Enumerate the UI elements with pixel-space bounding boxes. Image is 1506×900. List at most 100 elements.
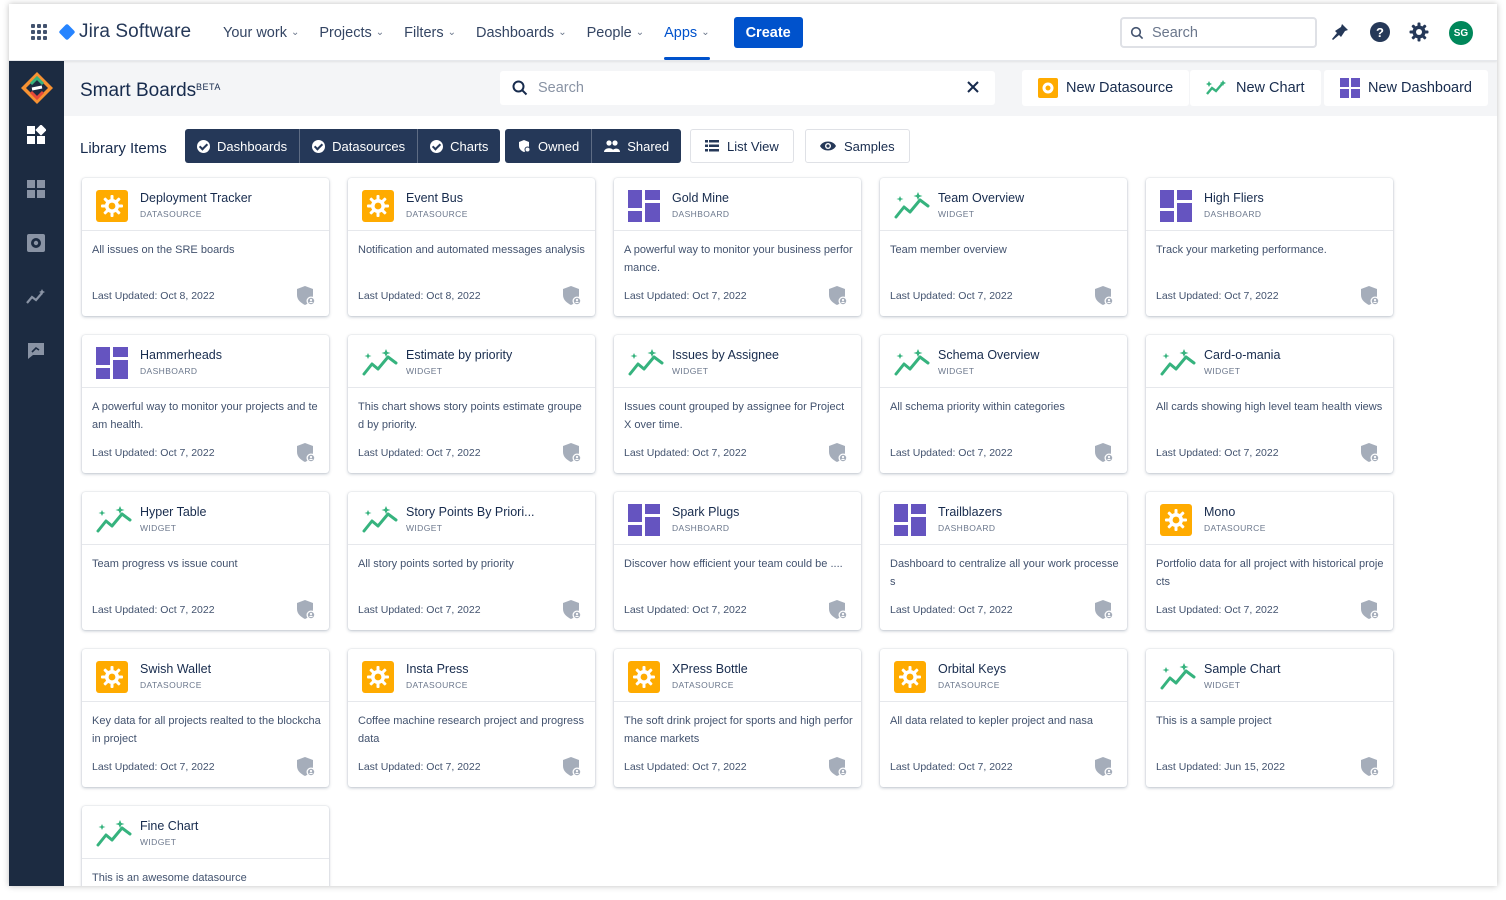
permission-shield-icon[interactable]	[561, 599, 583, 621]
samples-button[interactable]: Samples	[805, 129, 910, 163]
feedback-nav-icon[interactable]	[26, 341, 46, 361]
library-card[interactable]: Trailblazers DASHBOARD Dashboard to centra…	[880, 492, 1127, 630]
library-card[interactable]: Story Points By Priori... WIDGET All story…	[348, 492, 595, 630]
permission-shield-icon[interactable]	[1093, 599, 1115, 621]
card-description: A powerful way to monitor your projects …	[92, 401, 318, 431]
filter-owned[interactable]: Owned	[505, 129, 593, 163]
permission-shield-icon[interactable]	[1093, 442, 1115, 464]
card-title: Card-o-mania	[1204, 348, 1281, 362]
app-header: Smart Boards BETA Search New Datasource …	[64, 61, 1497, 116]
card-last-updated: Last Updated: Oct 7, 2022	[1156, 604, 1279, 616]
new-dashboard-button[interactable]: New Dashboard	[1324, 70, 1488, 106]
library-card[interactable]: Issues by Assignee WIDGET Issues count gro…	[614, 335, 861, 473]
filter-dashboards[interactable]: Dashboards	[185, 129, 301, 163]
library-card[interactable]: Hammerheads DASHBOARD A powerful way to mo…	[82, 335, 329, 473]
permission-shield-icon[interactable]	[1359, 599, 1381, 621]
settings-gear-icon[interactable]	[1408, 21, 1430, 43]
permission-shield-icon[interactable]	[827, 756, 849, 778]
filter-shared[interactable]: Shared	[592, 129, 681, 163]
permission-shield-icon[interactable]	[1093, 756, 1115, 778]
card-description: The soft drink project for sports and hi…	[624, 715, 853, 745]
library-card[interactable]: Deployment Tracker DATASOURCE All issues o…	[82, 178, 329, 316]
create-button[interactable]: Create	[733, 17, 803, 48]
permission-shield-icon[interactable]	[295, 442, 317, 464]
chevron-down-icon: ⌄	[558, 27, 567, 38]
permission-shield-icon[interactable]	[827, 285, 849, 307]
permission-shield-icon[interactable]	[295, 285, 317, 307]
library-card[interactable]: Swish Wallet DATASOURCE Key data for all p…	[82, 649, 329, 787]
notifications-icon[interactable]	[1329, 21, 1351, 43]
permission-shield-icon[interactable]	[827, 442, 849, 464]
user-avatar[interactable]: SG	[1449, 21, 1473, 45]
card-type: DASHBOARD	[1204, 209, 1262, 219]
charts-nav-icon[interactable]	[26, 287, 46, 307]
card-last-updated: Last Updated: Oct 7, 2022	[358, 761, 481, 773]
card-title: Gold Mine	[672, 191, 729, 205]
permission-shield-icon[interactable]	[1093, 285, 1115, 307]
nav-dashboards[interactable]: Dashboards ⌄	[476, 4, 567, 61]
library-card[interactable]: Orbital Keys DATASOURCE All data related t…	[880, 649, 1127, 787]
datasource-icon	[1038, 78, 1058, 98]
new-chart-button[interactable]: New Chart	[1190, 70, 1321, 106]
card-title: Hammerheads	[140, 348, 222, 362]
library-card[interactable]: Sample Chart WIDGET This is a sample proje…	[1146, 649, 1393, 787]
nav-projects[interactable]: Projects ⌄	[319, 4, 384, 61]
new-datasource-button[interactable]: New Datasource	[1022, 70, 1190, 106]
permission-shield-icon[interactable]	[1359, 285, 1381, 307]
filter-shared-label: Shared	[627, 138, 670, 154]
global-search-input[interactable]: Search	[1120, 17, 1317, 48]
library-card[interactable]: XPress Bottle DATASOURCE The soft drink pr…	[614, 649, 861, 787]
smart-boards-logo-icon[interactable]	[19, 70, 55, 106]
filter-datasources[interactable]: Datasources	[300, 129, 419, 163]
card-title: Story Points By Priori...	[406, 505, 535, 519]
permission-shield-icon[interactable]	[1359, 442, 1381, 464]
permission-shield-icon[interactable]	[561, 442, 583, 464]
library-search-input[interactable]: Search	[500, 71, 995, 105]
dashboards-nav-icon[interactable]	[26, 125, 46, 145]
datasource-gear-icon	[96, 190, 128, 222]
app-switcher-icon[interactable]	[31, 24, 47, 40]
library-card[interactable]: Schema Overview WIDGET All schema priority…	[880, 335, 1127, 473]
chart-sparkle-icon	[628, 347, 664, 379]
library-card[interactable]: Card-o-mania WIDGET All cards showing high…	[1146, 335, 1393, 473]
datasource-gear-icon	[628, 661, 660, 693]
eye-icon	[820, 141, 836, 151]
datasource-nav-icon[interactable]	[26, 233, 46, 253]
nav-filters[interactable]: Filters ⌄	[404, 4, 456, 61]
library-card[interactable]: Estimate by priority WIDGET This chart sho…	[348, 335, 595, 473]
library-card[interactable]: Fine Chart WIDGET This is an awesome datas…	[82, 806, 329, 886]
jira-logo[interactable]: Jira Software	[58, 21, 192, 43]
chevron-down-icon: ⌄	[290, 27, 300, 38]
permission-shield-icon[interactable]	[295, 756, 317, 778]
library-card[interactable]: Spark Plugs DASHBOARD Discover how efficie…	[614, 492, 861, 630]
library-card[interactable]: High Fliers DASHBOARD Track your marketing…	[1146, 178, 1393, 316]
permission-shield-icon[interactable]	[827, 599, 849, 621]
library-card[interactable]: Team Overview WIDGET Team member overview L…	[880, 178, 1127, 316]
permission-shield-icon[interactable]	[295, 599, 317, 621]
library-nav-icon[interactable]	[26, 179, 46, 199]
library-card[interactable]: Insta Press DATASOURCE Coffee machine rese…	[348, 649, 595, 787]
permission-shield-icon[interactable]	[1359, 756, 1381, 778]
library-card[interactable]: Event Bus DATASOURCE Notification and auto…	[348, 178, 595, 316]
card-header: Hammerheads DASHBOARD	[82, 335, 329, 388]
card-title: Team Overview	[938, 191, 1025, 205]
check-icon	[430, 139, 444, 153]
chevron-down-icon: ⌄	[635, 27, 645, 38]
filter-charts[interactable]: Charts	[418, 129, 500, 163]
brand-name: Jira Software	[79, 21, 192, 42]
list-view-button[interactable]: List View	[690, 129, 794, 163]
library-card[interactable]: Hyper Table WIDGET Team progress vs issue …	[82, 492, 329, 630]
nav-apps[interactable]: Apps ⌄	[664, 4, 711, 61]
card-header: Estimate by priority WIDGET	[348, 335, 595, 388]
nav-people[interactable]: People ⌄	[587, 4, 645, 61]
help-icon[interactable]: ?	[1369, 21, 1391, 43]
card-last-updated: Last Updated: Oct 7, 2022	[624, 290, 747, 302]
library-card[interactable]: Gold Mine DASHBOARD A powerful way to moni…	[614, 178, 861, 316]
library-card[interactable]: Mono DATASOURCE Portfolio data for all pro…	[1146, 492, 1393, 630]
card-last-updated: Last Updated: Oct 7, 2022	[1156, 447, 1279, 459]
card-last-updated: Last Updated: Oct 7, 2022	[92, 761, 215, 773]
permission-shield-icon[interactable]	[561, 285, 583, 307]
clear-search-icon[interactable]	[965, 79, 981, 95]
nav-your-work[interactable]: Your work ⌄	[223, 4, 299, 61]
permission-shield-icon[interactable]	[561, 756, 583, 778]
